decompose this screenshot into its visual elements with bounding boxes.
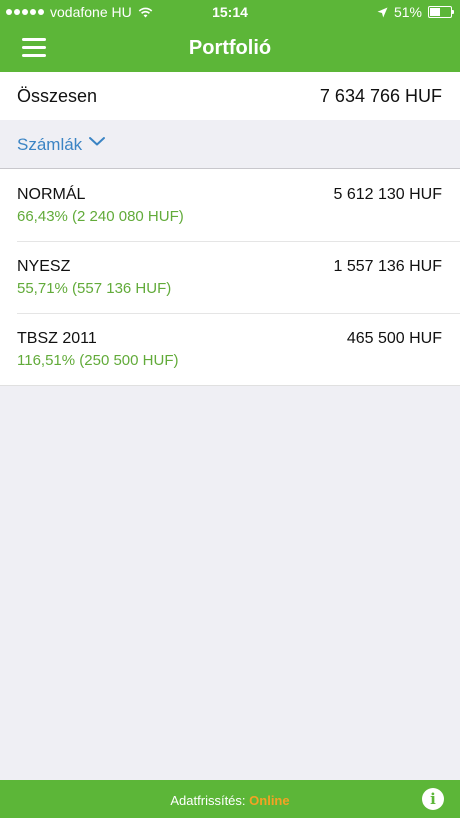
total-value: 7 634 766 HUF: [319, 86, 442, 106]
account-row[interactable]: NORMÁL 5 612 130 HUF 66,43% (2 240 080 H…: [0, 169, 460, 241]
accounts-section-header[interactable]: Számlák: [0, 120, 460, 169]
accounts-section-label: Számlák: [17, 135, 83, 154]
account-change: 55,71% (557 136 HUF): [17, 280, 172, 297]
refresh-label: Adatfrissítés:: [170, 793, 246, 808]
account-name: NYESZ: [17, 258, 71, 275]
page-title: Portfolió: [188, 37, 272, 59]
data-refresh-footer: Adatfrissítés: Online i: [0, 780, 460, 818]
refresh-status: Adatfrissítés: Online: [0, 793, 460, 808]
status-bar: vodafone HU 15:14 51%: [0, 0, 460, 24]
account-row[interactable]: TBSZ 2011 465 500 HUF 116,51% (250 500 H…: [0, 313, 460, 385]
refresh-mode: Online: [249, 793, 290, 808]
account-amount: 5 612 130 HUF: [333, 186, 442, 203]
app-header: vodafone HU 15:14 51% Portfolió: [0, 0, 460, 72]
battery-icon: [428, 6, 454, 18]
nav-bar: Portfolió: [0, 24, 460, 72]
info-icon[interactable]: i: [422, 788, 444, 810]
chevron-down-icon: [89, 137, 105, 146]
account-change: 66,43% (2 240 080 HUF): [17, 208, 184, 225]
account-amount: 465 500 HUF: [346, 330, 442, 347]
account-name: NORMÁL: [17, 186, 86, 203]
account-change: 116,51% (250 500 HUF): [17, 352, 179, 369]
portfolio-total-row: Összesen 7 634 766 HUF: [0, 72, 460, 120]
location-arrow-icon: [377, 7, 388, 17]
account-name: TBSZ 2011: [17, 330, 97, 347]
total-label: Összesen: [17, 86, 98, 106]
account-amount: 1 557 136 HUF: [333, 258, 442, 275]
account-row[interactable]: NYESZ 1 557 136 HUF 55,71% (557 136 HUF): [0, 241, 460, 313]
battery-percent: 51%: [393, 4, 422, 20]
status-right: 51%: [377, 4, 454, 20]
accounts-list: NORMÁL 5 612 130 HUF 66,43% (2 240 080 H…: [0, 169, 460, 386]
